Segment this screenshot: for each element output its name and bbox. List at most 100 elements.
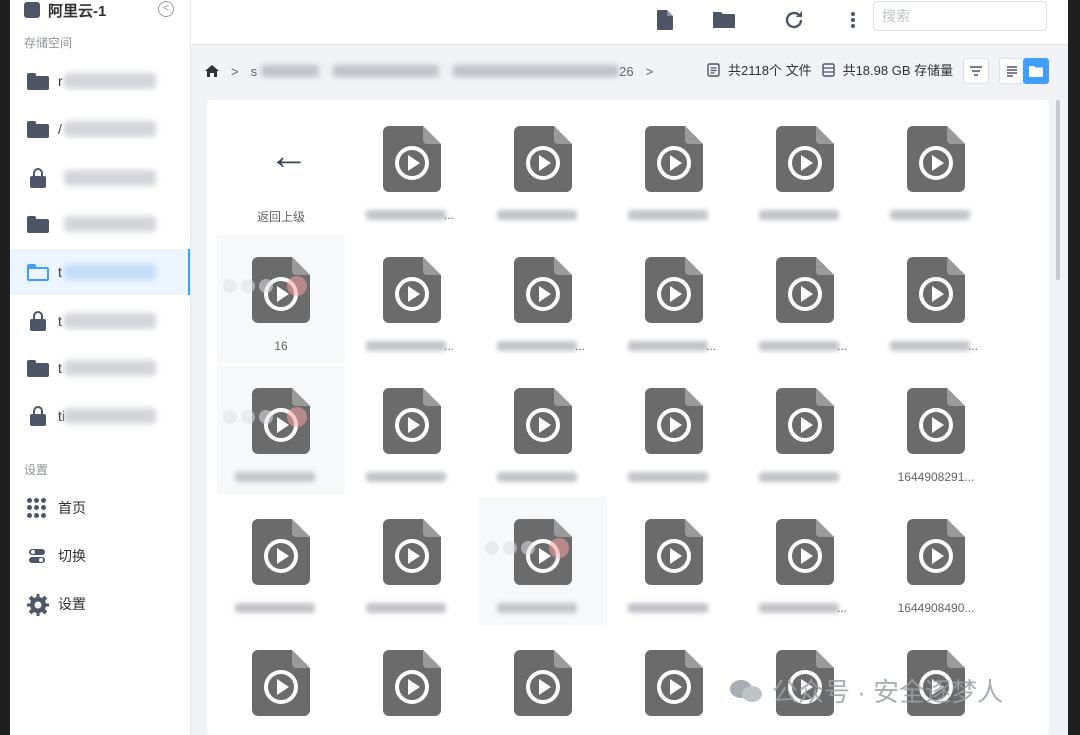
video-file-tile[interactable] <box>348 497 476 625</box>
video-file-tile[interactable] <box>217 628 345 735</box>
preview-icon[interactable] <box>223 410 237 424</box>
video-file-tile[interactable] <box>479 628 607 735</box>
video-file-tile[interactable]: ... <box>479 235 607 363</box>
collapse-sidebar-icon[interactable]: < <box>158 1 174 17</box>
video-file-tile[interactable] <box>741 104 869 232</box>
video-file-tile[interactable] <box>217 366 345 494</box>
storage-section-label: 存储空间 <box>24 36 73 50</box>
app-title: 阿里云-1 <box>48 2 107 20</box>
tile-actions[interactable] <box>223 407 307 427</box>
video-file-icon <box>776 257 834 323</box>
delete-icon[interactable] <box>549 538 569 558</box>
copy-icon[interactable] <box>521 541 535 555</box>
grid-view-button[interactable] <box>1023 58 1049 84</box>
copy-icon[interactable] <box>259 410 273 424</box>
lock-icon <box>30 311 50 331</box>
video-file-tile[interactable]: ... <box>348 104 476 232</box>
video-file-tile[interactable]: 1644908490... <box>872 497 1000 625</box>
video-file-tile[interactable]: ... <box>348 235 476 363</box>
storage-item-5[interactable]: t <box>10 249 190 295</box>
storage-item-7[interactable]: t <box>10 345 190 391</box>
video-file-tile[interactable]: ... <box>741 497 869 625</box>
video-file-icon <box>776 388 834 454</box>
new-file-button[interactable] <box>651 6 679 34</box>
breadcrumb: > s 26 > <box>205 58 653 84</box>
video-file-icon <box>514 126 572 192</box>
video-file-tile[interactable] <box>610 104 738 232</box>
redacted-file-name <box>366 472 446 482</box>
file-name-ellipsis: ... <box>444 208 455 222</box>
video-file-tile[interactable] <box>610 366 738 494</box>
video-file-tile[interactable] <box>741 366 869 494</box>
arrow-left-icon: ← <box>269 134 309 178</box>
back-tile[interactable]: ← 返回上级 <box>217 104 345 232</box>
preview-icon[interactable] <box>223 279 237 293</box>
delete-icon[interactable] <box>287 276 307 296</box>
nav-settings[interactable]: 设置 <box>10 581 190 627</box>
breadcrumb-segment-start[interactable]: s <box>251 64 258 79</box>
download-icon[interactable] <box>241 410 255 424</box>
redacted-file-name <box>235 603 315 613</box>
refresh-button[interactable] <box>780 6 808 34</box>
video-file-tile[interactable]: ... <box>872 235 1000 363</box>
wechat-logo-icon <box>730 678 764 704</box>
refresh-icon <box>785 11 803 29</box>
video-file-tile[interactable]: 16 <box>217 235 345 363</box>
redacted-file-name <box>497 603 577 613</box>
video-file-tile[interactable] <box>217 497 345 625</box>
video-file-tile[interactable] <box>479 104 607 232</box>
nav-switch[interactable]: 切换 <box>10 533 190 579</box>
storage-item-4[interactable] <box>10 201 190 247</box>
redacted-label <box>64 73 156 89</box>
storage-item-3[interactable] <box>10 155 190 201</box>
breadcrumb-segment-redacted[interactable] <box>453 65 620 77</box>
file-name: 1644908490... <box>897 601 975 615</box>
new-folder-button[interactable] <box>710 6 738 34</box>
filter-icon <box>970 66 982 76</box>
video-file-tile[interactable]: ... <box>741 235 869 363</box>
vertical-scrollbar[interactable] <box>1056 100 1060 280</box>
nav-home[interactable]: 首页 <box>10 485 190 531</box>
copy-icon[interactable] <box>259 279 273 293</box>
tile-actions[interactable] <box>485 538 569 558</box>
video-file-tile[interactable] <box>348 628 476 735</box>
search-input[interactable] <box>873 1 1047 31</box>
video-file-icon <box>907 126 965 192</box>
breadcrumb-segment-redacted[interactable] <box>261 65 320 77</box>
video-file-tile[interactable] <box>872 104 1000 232</box>
delete-icon[interactable] <box>287 407 307 427</box>
storage-icon <box>821 62 835 77</box>
switch-icon <box>27 546 47 566</box>
download-icon[interactable] <box>503 541 517 555</box>
video-file-tile[interactable] <box>610 497 738 625</box>
download-icon[interactable] <box>241 279 255 293</box>
video-file-icon <box>383 126 441 192</box>
list-view-button[interactable] <box>999 58 1025 84</box>
video-file-icon <box>383 388 441 454</box>
video-file-icon <box>514 257 572 323</box>
redacted-file-name <box>497 341 577 351</box>
storage-item-6[interactable]: t <box>10 298 190 344</box>
home-icon[interactable] <box>205 65 219 77</box>
watermark-text: 公众号 · 安全逐梦人 <box>772 677 1004 707</box>
tile-actions[interactable] <box>223 276 307 296</box>
preview-icon[interactable] <box>485 541 499 555</box>
storage-item-8[interactable]: ti <box>10 393 190 439</box>
redacted-label <box>64 360 156 376</box>
breadcrumb-segment-end[interactable]: 26 <box>619 64 633 79</box>
more-button[interactable] <box>839 6 867 34</box>
video-file-tile[interactable] <box>479 497 607 625</box>
video-file-tile[interactable] <box>479 366 607 494</box>
breadcrumb-segment-redacted[interactable] <box>333 65 440 77</box>
redacted-file-name <box>890 341 970 351</box>
video-file-tile[interactable]: 1644908291... <box>872 366 1000 494</box>
video-file-icon <box>907 388 965 454</box>
video-file-tile[interactable]: ... <box>610 235 738 363</box>
filter-button[interactable] <box>963 58 989 84</box>
video-file-tile[interactable] <box>348 366 476 494</box>
video-file-tile[interactable] <box>610 628 738 735</box>
storage-item-2[interactable]: / <box>10 106 190 152</box>
top-toolbar <box>191 0 1068 45</box>
storage-item-1[interactable]: r <box>10 58 190 104</box>
gear-icon <box>27 594 49 616</box>
